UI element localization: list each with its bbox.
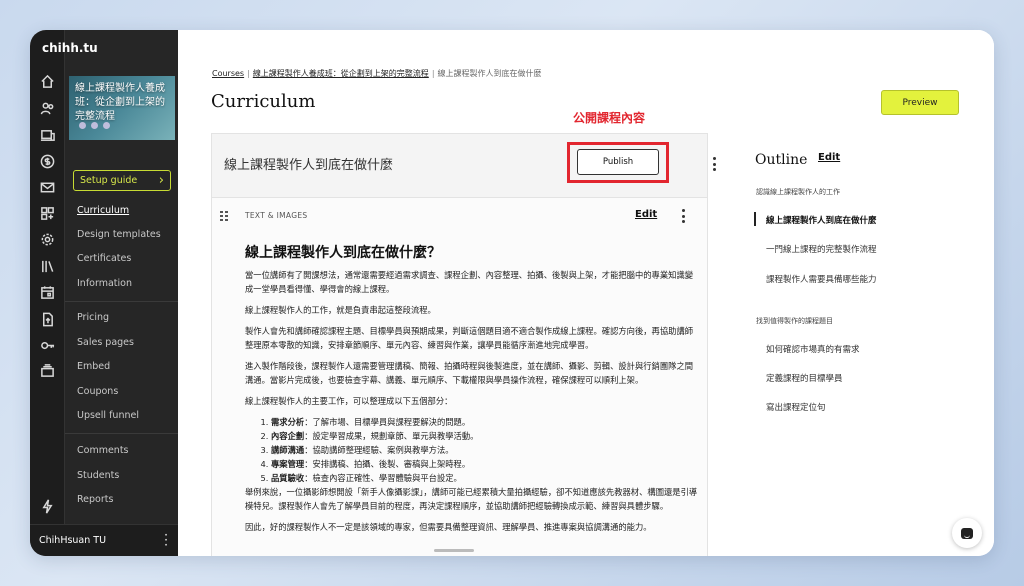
bolt-icon[interactable] <box>39 498 55 514</box>
outline-item[interactable]: 寫出課程定位句 <box>766 401 826 413</box>
outline-item[interactable]: 定義課程的目標學員 <box>766 372 843 384</box>
list-item: 內容企劃：設定學習成果，規劃章節、單元與教學活動。 <box>271 429 700 443</box>
horizontal-scrollbar[interactable] <box>434 549 474 552</box>
outline-group-title: 認識線上課程製作人的工作 <box>756 188 840 196</box>
list-item-term: 內容企劃 <box>271 431 305 441</box>
stack-icon[interactable] <box>39 362 55 378</box>
lesson-more-icon[interactable] <box>709 157 719 171</box>
course-thumbnail-title: 線上課程製作人養成班：從企劃到上架的完整流程 <box>75 83 165 122</box>
list-item-term: 專案管理 <box>271 459 305 469</box>
list-item-desc: ：檢查內容正確性、學習體驗與平台設定。 <box>304 473 462 483</box>
breadcrumb-courses[interactable]: Courses <box>212 69 244 78</box>
breadcrumb-separator: | <box>247 69 250 78</box>
content-paragraph: 因此，好的課程製作人不一定是該領域的專家，但需要具備整理資訊、理解學員、推進專案… <box>245 522 652 532</box>
outline-item[interactable]: 線上課程製作人到底在做什麼 <box>766 214 877 226</box>
sidebar-item-information[interactable]: Information <box>77 278 132 289</box>
sidebar-item-sales-pages[interactable]: Sales pages <box>77 337 134 348</box>
list-item: 品質驗收：檢查內容正確性、學習體驗與平台設定。 <box>271 471 700 485</box>
content-paragraph: 線上課程製作人的主要工作，可以整理成以下五個部分： <box>245 396 453 406</box>
publish-button[interactable]: Publish <box>577 149 659 175</box>
outline-active-indicator <box>754 212 756 226</box>
content-paragraph: 進入製作階段後，課程製作人還需要管理講稿、簡報、拍攝時程與後製進度，並在講師、攝… <box>245 361 694 385</box>
outline-edit-link[interactable]: Edit <box>818 152 840 163</box>
preview-button[interactable]: Preview <box>881 90 959 115</box>
outline-item[interactable]: 如何確認市場真的有需求 <box>766 343 860 355</box>
list-item: 講師溝通：協助講師整理經驗、案例與教學方法。 <box>271 443 700 457</box>
main-content: Courses | 線上課程製作人養成班：從企劃到上架的完整流程 | 線上課程製作人到底… <box>178 30 994 556</box>
list-item-desc: ：協助講師整理經驗、案例與教學方法。 <box>304 445 454 455</box>
app-window: chihh.tu 線上課程製作人養成班：從企劃到上架的完整流程 Setup gu… <box>30 30 994 556</box>
outline-item[interactable]: 一門線上課程的完整製作流程 <box>766 243 877 255</box>
content-heading: 線上課程製作人到底在做什麼？ <box>245 245 441 261</box>
list-item: 需求分析：了解市場、目標學員與課程要解決的問題。 <box>271 415 700 429</box>
lesson-title[interactable]: 線上課程製作人到底在做什麼 <box>224 154 393 173</box>
sidebar-item-certificates[interactable]: Certificates <box>77 253 131 264</box>
sidebar-item-pricing[interactable]: Pricing <box>77 312 109 323</box>
course-sidebar: 線上課程製作人養成班：從企劃到上架的完整流程 Setup guide › Cur… <box>64 30 179 556</box>
block-edit-link[interactable]: Edit <box>635 209 657 220</box>
list-item-term: 品質驗收 <box>271 473 305 483</box>
content-paragraph: 線上課程製作人的工作，就是負責串起這整段流程。 <box>245 305 436 315</box>
list-item-desc: ：設定學習成果，規劃章節、單元與教學活動。 <box>304 431 479 441</box>
list-item-term: 講師溝通 <box>271 445 305 455</box>
sidebar-item-upsell-funnel[interactable]: Upsell funnel <box>77 410 139 421</box>
chevron-right-icon: › <box>158 173 164 188</box>
settings-icon[interactable] <box>39 231 55 247</box>
library-icon[interactable] <box>39 258 55 274</box>
upload-icon[interactable] <box>39 311 55 327</box>
dollar-icon[interactable] <box>39 153 55 169</box>
sidebar-item-comments[interactable]: Comments <box>77 445 129 456</box>
breadcrumb-course[interactable]: 線上課程製作人養成班：從企劃到上架的完整流程 <box>253 69 429 78</box>
chat-icon[interactable] <box>952 518 982 548</box>
text-images-block: TEXT & IMAGES Edit 線上課程製作人到底在做什麼？ 當一位講師有… <box>211 197 708 556</box>
page-title: Curriculum <box>211 91 316 112</box>
annotation-label: 公開課程內容 <box>573 111 646 125</box>
breadcrumb-separator: | <box>431 69 435 78</box>
icon-rail <box>30 30 64 556</box>
drag-handle-icon[interactable] <box>220 211 228 221</box>
list-item-desc: ：了解市場、目標學員與課程要解決的問題。 <box>304 417 471 427</box>
list-item-desc: ：安排講稿、拍攝、後製、審稿與上架時程。 <box>304 459 471 469</box>
list-item-term: 需求分析 <box>271 417 305 427</box>
sidebar-item-reports[interactable]: Reports <box>77 494 113 505</box>
brand-logo[interactable]: chihh.tu <box>42 41 98 55</box>
outline-item[interactable]: 課程製作人需要具備哪些能力 <box>766 273 877 285</box>
content-paragraph: 當一位講師有了開課想法，通常還需要經過需求調查、課程企劃、內容整理、拍攝、後製與… <box>245 270 694 294</box>
outline-group-title: 找到值得製作的課程題目 <box>756 317 833 325</box>
sidebar-divider <box>65 301 179 302</box>
course-thumbnail[interactable]: 線上課程製作人養成班：從企劃到上架的完整流程 <box>69 76 175 140</box>
apps-icon[interactable] <box>39 205 55 221</box>
content-paragraph: 舉例來說，一位攝影師想開設「新手人像攝影課」，講師可能已經累積大量拍攝經驗，卻不… <box>245 487 698 511</box>
users-icon[interactable] <box>39 100 55 116</box>
block-more-icon[interactable] <box>678 209 688 223</box>
content-list: 需求分析：了解市場、目標學員與課程要解決的問題。 內容企劃：設定學習成果，規劃章… <box>245 415 700 485</box>
breadcrumb-current: 線上課程製作人到底在做什麼 <box>437 69 542 78</box>
mail-icon[interactable] <box>39 179 55 195</box>
devices-icon[interactable] <box>39 127 55 143</box>
sidebar-item-design-templates[interactable]: Design templates <box>77 229 161 240</box>
sidebar-item-curriculum[interactable]: Curriculum <box>77 205 129 216</box>
breadcrumb: Courses | 線上課程製作人養成班：從企劃到上架的完整流程 | 線上課程製作人到底… <box>212 68 542 79</box>
list-item: 專案管理：安排講稿、拍攝、後製、審稿與上架時程。 <box>271 457 700 471</box>
sidebar-item-embed[interactable]: Embed <box>77 361 110 372</box>
block-type-label: TEXT & IMAGES <box>245 211 308 220</box>
user-name: ChihHsuan TU <box>39 535 107 546</box>
sidebar-divider <box>65 433 179 434</box>
content-paragraph: 製作人會先和講師確認課程主題、目標學員與預期成果，判斷這個題目適不適合製作成線上… <box>245 326 694 350</box>
setup-guide-button[interactable]: Setup guide › <box>73 170 171 191</box>
thumbnail-decoration <box>79 122 110 129</box>
home-icon[interactable] <box>39 73 55 89</box>
user-more-icon[interactable]: · · · <box>164 529 168 551</box>
user-menu[interactable]: ChihHsuan TU · · · <box>30 524 178 556</box>
setup-guide-label: Setup guide <box>80 175 138 186</box>
key-icon[interactable] <box>39 337 55 353</box>
block-content: 線上課程製作人到底在做什麼？ 當一位講師有了開課想法，通常還需要經過需求調查、課… <box>245 242 700 541</box>
calendar-icon[interactable] <box>39 284 55 300</box>
sidebar-item-students[interactable]: Students <box>77 470 119 481</box>
outline-title: Outline <box>755 152 808 168</box>
sidebar-item-coupons[interactable]: Coupons <box>77 386 118 397</box>
